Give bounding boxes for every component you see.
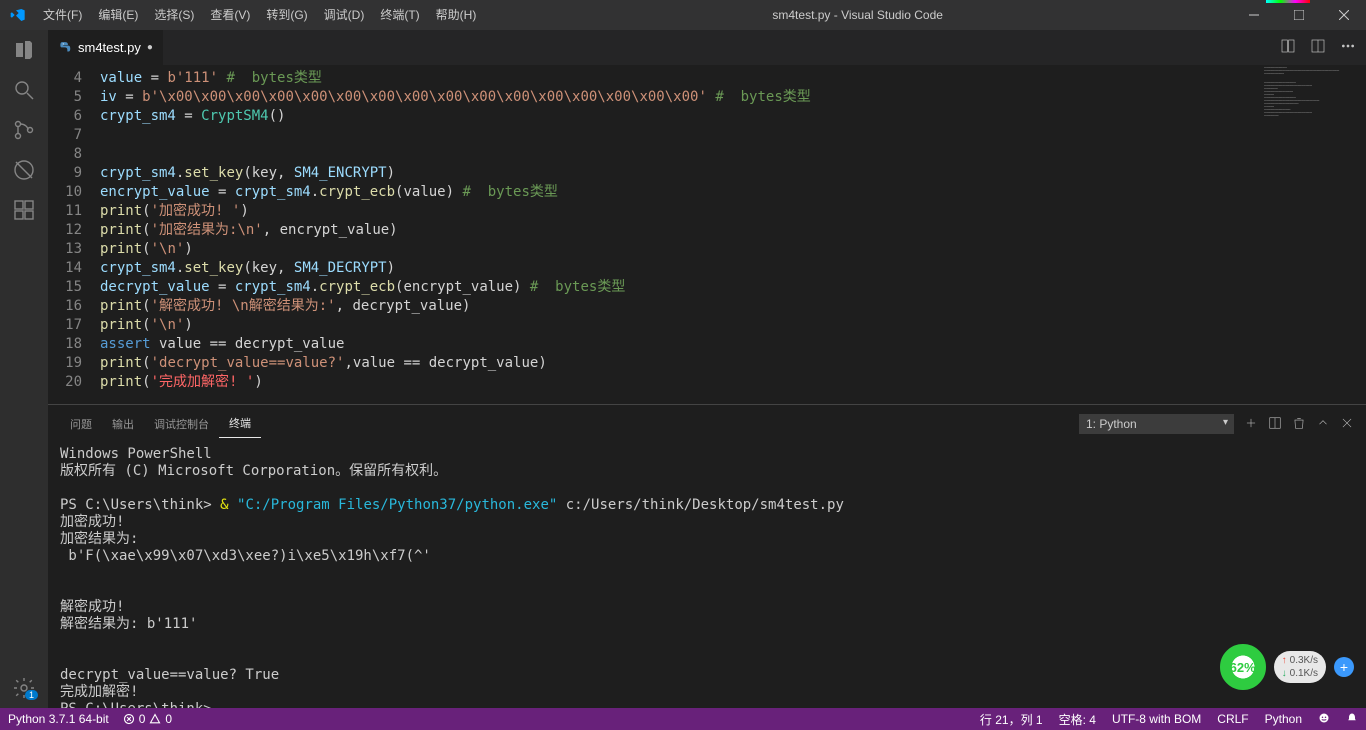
menu-item[interactable]: 调试(D) <box>316 0 373 30</box>
menu-item[interactable]: 终端(T) <box>372 0 427 30</box>
search-icon[interactable] <box>12 78 36 102</box>
code-area[interactable]: value = b'111' # bytes类型iv = b'\x00\x00\… <box>100 65 811 404</box>
floating-monitor: 62% ↑0.3K/s ↓0.1K/s + <box>1220 644 1354 690</box>
minimap[interactable]: ▪▪▪▪▪▪▪▪▪▪▪▪▪▪▪▪▪▪▪▪▪▪▪▪▪▪▪▪▪▪▪▪▪▪▪▪▪▪▪▪… <box>1264 67 1352 118</box>
titlebar: 文件(F)编辑(E)选择(S)查看(V)转到(G)调试(D)终端(T)帮助(H)… <box>0 0 1366 30</box>
panel-tab[interactable]: 问题 <box>60 410 102 438</box>
settings-icon[interactable]: 1 <box>12 676 36 700</box>
net-dn: 0.1K/s <box>1290 668 1318 679</box>
tab-sm4test[interactable]: sm4test.py <box>48 30 163 65</box>
menu-item[interactable]: 帮助(H) <box>428 0 485 30</box>
minimize-button[interactable] <box>1231 0 1276 30</box>
status-encoding[interactable]: UTF-8 with BOM <box>1112 712 1201 726</box>
menu-item[interactable]: 选择(S) <box>146 0 202 30</box>
status-bell-icon[interactable] <box>1346 712 1358 727</box>
settings-badge: 1 <box>25 690 38 700</box>
editor-column: sm4test.py 4567891011121314151617181920 … <box>48 30 1366 708</box>
net-speed[interactable]: ↑0.3K/s ↓0.1K/s <box>1274 651 1326 683</box>
panel-tab[interactable]: 调试控制台 <box>144 410 219 438</box>
status-warnings: 0 <box>165 712 172 726</box>
source-control-icon[interactable] <box>12 118 36 142</box>
compare-changes-icon[interactable] <box>1280 38 1296 57</box>
tab-label: sm4test.py <box>78 40 141 55</box>
panel-tab[interactable]: 输出 <box>102 410 144 438</box>
debug-icon[interactable] <box>12 158 36 182</box>
status-cursor[interactable]: 行 21，列 1 <box>980 711 1043 728</box>
main-area: 1 sm4test.py 456789101112131415161718192… <box>0 30 1366 708</box>
more-actions-icon[interactable] <box>1340 38 1356 57</box>
maximize-button[interactable] <box>1276 0 1321 30</box>
split-terminal-icon[interactable] <box>1268 416 1282 433</box>
status-eol[interactable]: CRLF <box>1217 712 1248 726</box>
kill-terminal-icon[interactable] <box>1292 416 1306 433</box>
menubar: 文件(F)编辑(E)选择(S)查看(V)转到(G)调试(D)终端(T)帮助(H) <box>35 0 484 30</box>
activity-bar: 1 <box>0 30 48 708</box>
status-python[interactable]: Python 3.7.1 64-bit <box>8 712 109 726</box>
recording-indicator <box>1266 0 1310 3</box>
editor-actions <box>1280 30 1366 65</box>
menu-item[interactable]: 编辑(E) <box>90 0 146 30</box>
bottom-panel: 问题输出调试控制台终端 1: Python Windows PowerShell… <box>48 404 1366 708</box>
window-controls <box>1231 0 1366 30</box>
panel-tab[interactable]: 终端 <box>219 409 261 438</box>
maximize-panel-icon[interactable] <box>1316 416 1330 433</box>
close-button[interactable] <box>1321 0 1366 30</box>
status-bar: Python 3.7.1 64-bit 0 0 行 21，列 1 空格: 4 U… <box>0 708 1366 730</box>
status-lang[interactable]: Python <box>1265 712 1302 726</box>
extensions-icon[interactable] <box>12 198 36 222</box>
menu-item[interactable]: 文件(F) <box>35 0 90 30</box>
editor[interactable]: 4567891011121314151617181920 value = b'1… <box>48 65 1366 404</box>
panel-actions: 1: Python <box>1079 414 1354 438</box>
explorer-icon[interactable] <box>12 38 36 62</box>
status-indent[interactable]: 空格: 4 <box>1059 711 1096 728</box>
vscode-logo <box>0 7 35 23</box>
status-errors: 0 <box>139 712 146 726</box>
terminal[interactable]: Windows PowerShell版权所有 (C) Microsoft Cor… <box>48 438 1366 708</box>
new-terminal-icon[interactable] <box>1244 416 1258 433</box>
editor-tabs: sm4test.py <box>48 30 1366 65</box>
line-gutter: 4567891011121314151617181920 <box>48 65 100 404</box>
menu-item[interactable]: 查看(V) <box>202 0 258 30</box>
menu-item[interactable]: 转到(G) <box>258 0 315 30</box>
terminal-selector[interactable]: 1: Python <box>1079 414 1234 434</box>
expand-monitor-icon[interactable]: + <box>1334 657 1354 677</box>
panel-tabs: 问题输出调试控制台终端 1: Python <box>48 405 1366 438</box>
cpu-gauge[interactable]: 62% <box>1220 644 1266 690</box>
window-title: sm4test.py - Visual Studio Code <box>484 8 1231 22</box>
close-panel-icon[interactable] <box>1340 416 1354 433</box>
python-icon <box>58 41 72 55</box>
status-problems[interactable]: 0 0 <box>123 712 172 726</box>
status-feedback-icon[interactable] <box>1318 712 1330 727</box>
split-editor-icon[interactable] <box>1310 38 1326 57</box>
net-up: 0.3K/s <box>1290 655 1318 666</box>
